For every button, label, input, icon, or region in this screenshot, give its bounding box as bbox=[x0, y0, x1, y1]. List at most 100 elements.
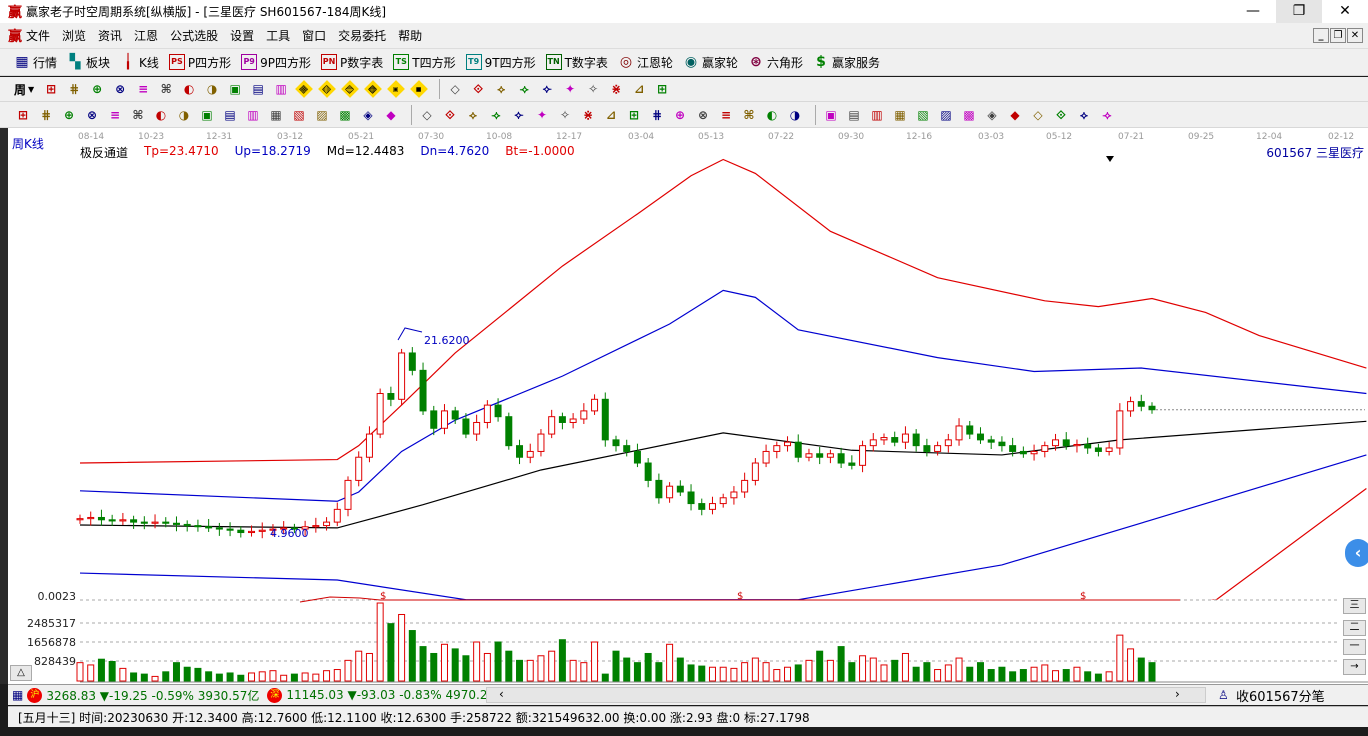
volume-bar bbox=[280, 674, 288, 682]
candle bbox=[1041, 441, 1049, 458]
volume-bar bbox=[290, 673, 298, 682]
volume-bar bbox=[505, 650, 513, 682]
candle bbox=[558, 412, 566, 430]
candle bbox=[848, 455, 856, 470]
scroll-right-icon[interactable]: › bbox=[1175, 687, 1180, 701]
volume-bar bbox=[440, 643, 448, 682]
candle bbox=[869, 433, 877, 452]
candle bbox=[1073, 439, 1081, 453]
candle bbox=[365, 426, 373, 463]
candle bbox=[751, 458, 759, 486]
candle bbox=[215, 522, 223, 536]
volume-bar bbox=[859, 655, 867, 682]
candle bbox=[205, 518, 213, 532]
volume-bar bbox=[548, 650, 556, 682]
candle bbox=[1148, 402, 1156, 414]
candle bbox=[762, 444, 770, 468]
candle bbox=[794, 434, 802, 463]
volume-bar bbox=[633, 662, 641, 682]
cursor-marker-icon bbox=[1106, 156, 1114, 162]
tick-detail-link[interactable]: 收601567分笔 bbox=[1236, 686, 1325, 705]
volume-bar bbox=[1073, 666, 1081, 682]
volume-bar bbox=[901, 652, 909, 682]
candle bbox=[1094, 443, 1102, 457]
calendar-icon[interactable]: ▦ bbox=[12, 688, 23, 702]
ticker-scrollbar[interactable]: ‹ › bbox=[486, 687, 1206, 703]
candle bbox=[483, 400, 491, 429]
volume-bar bbox=[848, 662, 856, 682]
volume-bar bbox=[869, 657, 877, 682]
low-price-label: 4.9600 bbox=[270, 527, 309, 540]
volume-bar bbox=[97, 658, 105, 682]
candle bbox=[998, 436, 1006, 452]
collapse-toggle-button[interactable]: △ bbox=[10, 665, 32, 681]
candle bbox=[591, 394, 599, 415]
volume-bar bbox=[569, 659, 577, 682]
candle bbox=[516, 439, 524, 465]
candle bbox=[719, 493, 727, 508]
candle bbox=[655, 473, 663, 504]
side-panel-toggle-button[interactable]: ‹ bbox=[1345, 539, 1368, 567]
volume-bar bbox=[719, 666, 727, 682]
candle bbox=[258, 522, 266, 539]
high-price-label: 21.6200 bbox=[424, 334, 470, 347]
candle bbox=[398, 348, 406, 406]
volume-bar bbox=[162, 671, 170, 682]
volume-bar bbox=[312, 673, 320, 682]
candle bbox=[805, 448, 813, 462]
volume-bar bbox=[1009, 671, 1017, 682]
volume-bar bbox=[762, 662, 770, 682]
volume-bar bbox=[773, 669, 781, 682]
candle bbox=[633, 443, 641, 468]
signal-marker: $ bbox=[380, 591, 386, 602]
volume-bar bbox=[987, 669, 995, 682]
volume-bar bbox=[998, 666, 1006, 682]
scroll-left-icon[interactable]: ‹ bbox=[499, 687, 504, 701]
candle bbox=[237, 526, 245, 538]
candle bbox=[687, 484, 695, 511]
volume-bar bbox=[323, 670, 331, 682]
volume-bar bbox=[269, 670, 277, 682]
channel-line-bt bbox=[1210, 488, 1367, 600]
candle bbox=[826, 449, 834, 464]
expand-right-button[interactable]: → bbox=[1343, 659, 1366, 675]
candle bbox=[440, 404, 448, 435]
candle bbox=[816, 446, 824, 465]
indicator-axis-label: 0.0023 bbox=[37, 590, 77, 603]
volume-bar bbox=[355, 650, 363, 682]
candle bbox=[376, 388, 384, 439]
candle bbox=[526, 443, 534, 464]
layout-1-button[interactable]: 一 bbox=[1343, 639, 1366, 655]
candle bbox=[1105, 442, 1113, 456]
volume-bar bbox=[140, 673, 148, 682]
taskbar-edge bbox=[0, 728, 1368, 736]
candle bbox=[837, 447, 845, 469]
volume-bar bbox=[172, 662, 180, 682]
volume-bar bbox=[248, 672, 256, 682]
volume-bar bbox=[730, 667, 738, 682]
volume-bar bbox=[205, 671, 213, 682]
index-ticker-bar: ▦ 沪 3268.83 ▼-19.25 -0.59% 3930.57亿 深 11… bbox=[8, 684, 1368, 705]
candle bbox=[773, 441, 781, 459]
candle bbox=[172, 516, 180, 532]
candle bbox=[601, 392, 609, 447]
candle bbox=[419, 362, 427, 415]
volume-bar bbox=[687, 664, 695, 682]
layout-2-button[interactable]: 二 bbox=[1343, 620, 1366, 636]
volume-bar bbox=[784, 666, 792, 682]
candle bbox=[944, 433, 952, 453]
candle bbox=[901, 426, 909, 450]
volume-bar bbox=[741, 662, 749, 682]
candle bbox=[976, 427, 984, 444]
candle bbox=[741, 472, 749, 498]
candle bbox=[730, 486, 738, 505]
channel-line-md bbox=[79, 420, 1367, 529]
layout-3-button[interactable]: 三 bbox=[1343, 598, 1366, 614]
candle bbox=[76, 514, 84, 524]
volume-bar bbox=[365, 652, 373, 682]
volume-bar bbox=[130, 672, 138, 682]
volume-bar bbox=[826, 659, 834, 682]
candle bbox=[1030, 444, 1038, 461]
candle bbox=[1116, 403, 1124, 455]
volume-bar bbox=[344, 659, 352, 682]
